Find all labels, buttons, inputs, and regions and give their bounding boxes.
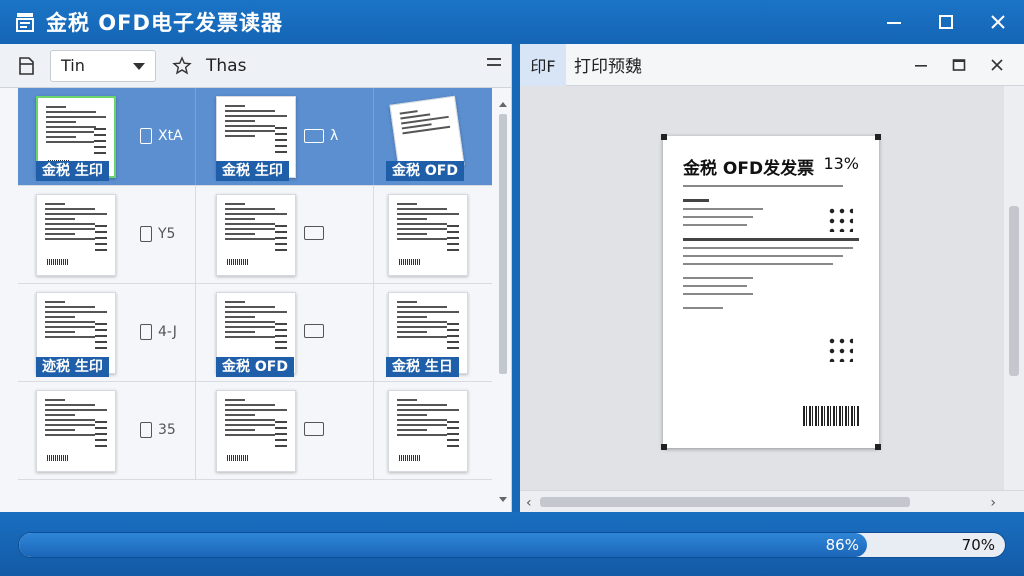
progress-secondary-label: 70% [961,536,995,554]
file-info: Y5 [140,226,175,242]
preview-title: 打印预魏 [574,57,642,77]
title-bar: 金税 OFD电子发票读器 [0,0,1024,44]
file-icon [140,226,152,242]
file-info: 35 [140,422,176,438]
print-tab[interactable]: 印F​ [520,43,566,86]
file-icon [140,128,152,144]
table-row[interactable]: 金税 生印 XtA 金税 生印 λ 金税 OFD [18,88,492,186]
list-icon [304,226,324,240]
invoice-badge: 金税 生日 [386,357,459,377]
invoice-thumbnail-cell[interactable] [196,382,374,479]
invoice-badge: 金税 生印 [216,161,289,181]
maximize-preview-button[interactable] [940,44,978,86]
file-icon [140,324,152,340]
menu-icon[interactable] [487,58,501,70]
star-icon[interactable] [164,44,200,88]
minimize-preview-button[interactable] [902,44,940,86]
preview-vertical-scrollbar[interactable] [1004,86,1024,490]
progress-bar: 86% 70% [18,532,1006,558]
invoice-badge: 迹税 生印 [36,357,109,377]
file-info [304,226,330,240]
invoice-badge: 金税 OFD [216,357,294,377]
scrollbar-thumb[interactable] [1009,206,1019,376]
file-info: λ [304,128,338,144]
file-info [304,324,330,338]
scrollbar-thumb[interactable] [540,497,910,507]
list-icon [304,422,324,436]
invoice-thumbnail-cell[interactable]: 金税 生印 λ [196,88,374,185]
invoice-thumbnail[interactable] [36,194,116,276]
close-preview-button[interactable] [978,44,1016,86]
invoice-thumbnail-cell[interactable]: 迹税 生印 4-J [18,284,196,381]
scroll-left-icon[interactable]: ‹ [526,495,532,511]
invoice-thumbnail-cell[interactable]: 金税 OFD [196,284,374,381]
minimize-button[interactable] [868,0,920,44]
table-row[interactable]: 迹税 生印 4-J 金税 OFD 金税 生日 [18,284,492,382]
invoice-page-preview: 金税 OFD发发票 13% [661,134,881,450]
scrollbar-thumb[interactable] [499,114,507,374]
scroll-up-icon[interactable] [499,102,507,107]
preview-canvas[interactable]: 金税 OFD发发票 13% [520,86,1004,490]
left-toolbar: Tin Thas [0,44,511,88]
image-icon [304,129,324,143]
invoice-thumbnail-cell[interactable]: 35 [18,382,196,479]
maximize-button[interactable] [920,0,972,44]
invoice-thumbnail[interactable] [388,194,468,276]
invoice-thumbnail-cell[interactable]: 金税 生印 XtA [18,88,196,185]
invoice-thumbnail[interactable] [388,390,468,472]
preview-header: 印F​ 打印预魏 [520,43,1024,86]
preview-horizontal-scrollbar[interactable]: ‹ › [520,490,1024,512]
scroll-right-icon[interactable]: › [990,495,996,511]
file-info: 4-J [140,324,177,340]
file-icon [140,422,152,438]
list-icon [304,324,324,338]
invoice-thumbnail-grid: 金税 生印 XtA 金税 生印 λ 金税 OFD Y5 迹税 生印 4-J 金税… [18,88,492,512]
file-info [304,422,330,436]
invoice-thumbnail[interactable] [216,194,296,276]
chevron-down-icon [133,62,145,70]
document-icon[interactable] [8,44,44,88]
view-mode-dropdown[interactable]: Tin [50,49,156,82]
invoice-badge: 金税 生印 [36,161,109,181]
table-row[interactable]: 35 [18,382,492,480]
invoice-thumbnail[interactable] [36,390,116,472]
table-row[interactable]: Y5 [18,186,492,284]
print-preview-pane: 印F​ 打印预魏 金税 OFD发发票 13% [520,43,1024,512]
invoice-badge: 金税 OFD [386,161,464,181]
app-title: 金税 OFD电子发票读器 [46,11,283,35]
progress-fill: 86% [19,533,867,557]
app-logo-icon [14,11,36,33]
barcode [803,406,859,426]
invoice-thumbnail-cell[interactable] [374,382,492,479]
toolbar-label[interactable]: Thas [206,56,246,76]
vertical-scrollbar[interactable] [497,102,509,502]
invoice-thumbnail-cell[interactable]: 金税 OFD [374,88,492,185]
file-info: XtA [140,128,183,144]
invoice-thumbnail-cell[interactable] [196,186,374,283]
progress-label: 86% [825,536,859,554]
invoice-title: 金税 OFD发发票 13% [683,154,859,179]
invoice-thumbnail-cell[interactable]: Y5 [18,186,196,283]
file-list-pane: Tin Thas 金税 生印 XtA 金税 生印 λ 金税 OFD Y5 迹税 … [0,44,512,512]
invoice-thumbnail-cell[interactable] [374,186,492,283]
close-button[interactable] [972,0,1024,44]
invoice-thumbnail-cell[interactable]: 金税 生日 [374,284,492,381]
scroll-down-icon[interactable] [499,497,507,502]
status-bar: 86% 70% [0,512,1024,576]
view-mode-value: Tin [61,56,85,75]
invoice-thumbnail[interactable] [216,390,296,472]
